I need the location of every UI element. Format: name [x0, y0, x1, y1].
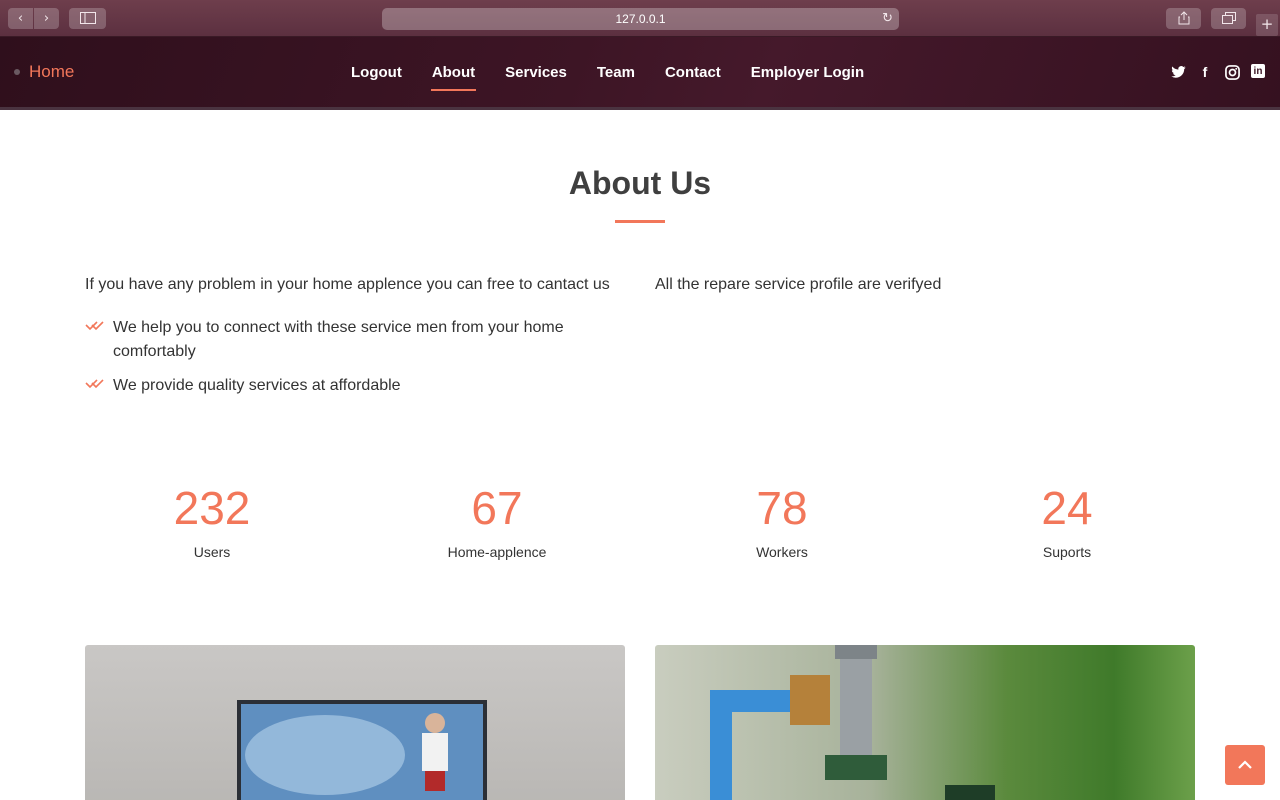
share-button[interactable]: [1166, 8, 1201, 29]
tabs-icon: [1221, 12, 1236, 24]
address-bar[interactable]: 127.0.0.1 ↻: [382, 8, 899, 30]
nav-employer-login[interactable]: Employer Login: [736, 37, 879, 107]
list-item: We provide quality services at affordabl…: [85, 374, 605, 398]
main-nav: Logout About Services Team Contact Emplo…: [336, 37, 879, 107]
counter-label: Workers: [756, 544, 808, 560]
list-item-text: We help you to connect with these servic…: [113, 319, 564, 360]
logo-text: Home: [29, 62, 75, 81]
nav-about[interactable]: About: [417, 37, 490, 107]
logo-link[interactable]: Home: [14, 62, 74, 82]
intro-text-left: If you have any problem in your home app…: [85, 276, 610, 293]
share-icon: [1178, 11, 1189, 25]
counter-home-appliance: 67 Home-applence: [367, 480, 627, 560]
nav-team[interactable]: Team: [582, 37, 650, 107]
show-tabs-button[interactable]: [1211, 8, 1246, 29]
nav-logout[interactable]: Logout: [336, 37, 417, 107]
site-header: Home Logout About Services Team Contact …: [0, 37, 1280, 110]
feature-list: We help you to connect with these servic…: [85, 316, 605, 408]
section-title: About Us: [568, 165, 712, 201]
pipe-illustration: [710, 645, 995, 800]
nav-contact[interactable]: Contact: [650, 37, 736, 107]
scroll-top-button[interactable]: [1225, 745, 1265, 785]
facebook-icon[interactable]: f: [1197, 64, 1213, 80]
instagram-icon[interactable]: [1224, 64, 1240, 80]
nav-services[interactable]: Services: [490, 37, 582, 107]
new-tab-button[interactable]: +: [1256, 14, 1278, 36]
list-item-text: We provide quality services at affordabl…: [113, 377, 401, 394]
counter-label: Suports: [1042, 544, 1092, 560]
counter-workers: 78 Workers: [652, 480, 912, 560]
reload-icon[interactable]: ↻: [882, 8, 893, 30]
counter-label: Users: [193, 544, 231, 560]
double-check-icon: [85, 321, 104, 331]
intro-text-right: All the repare service profile are verif…: [655, 276, 942, 293]
list-item: We help you to connect with these servic…: [85, 316, 605, 364]
double-check-icon: [85, 379, 104, 389]
back-button[interactable]: ‹: [8, 8, 33, 29]
browser-toolbar: ‹ › 127.0.0.1 ↻ +: [0, 0, 1280, 37]
title-underline: [615, 220, 665, 223]
counter-value: 78: [756, 482, 808, 534]
url-text: 127.0.0.1: [615, 12, 666, 26]
counter-supports: 24 Suports: [937, 480, 1197, 560]
counter-users: 232 Users: [82, 480, 342, 560]
logo-dot: [14, 69, 20, 75]
sidebar-toggle-button[interactable]: [69, 8, 106, 29]
tv-photo: [85, 645, 625, 800]
pipe-photo: [655, 645, 1195, 800]
counter-value: 232: [173, 482, 251, 534]
linkedin-icon[interactable]: in: [1251, 64, 1265, 78]
counter-value: 67: [471, 482, 523, 534]
counter-value: 24: [1041, 482, 1093, 534]
twitter-icon[interactable]: [1170, 64, 1186, 80]
forward-button[interactable]: ›: [34, 8, 59, 29]
social-links: f in: [1170, 64, 1265, 80]
counter-label: Home-applence: [447, 544, 547, 560]
sidebar-icon: [79, 12, 96, 24]
tv-illustration: [237, 700, 487, 800]
chevron-up-icon: [1238, 760, 1252, 769]
